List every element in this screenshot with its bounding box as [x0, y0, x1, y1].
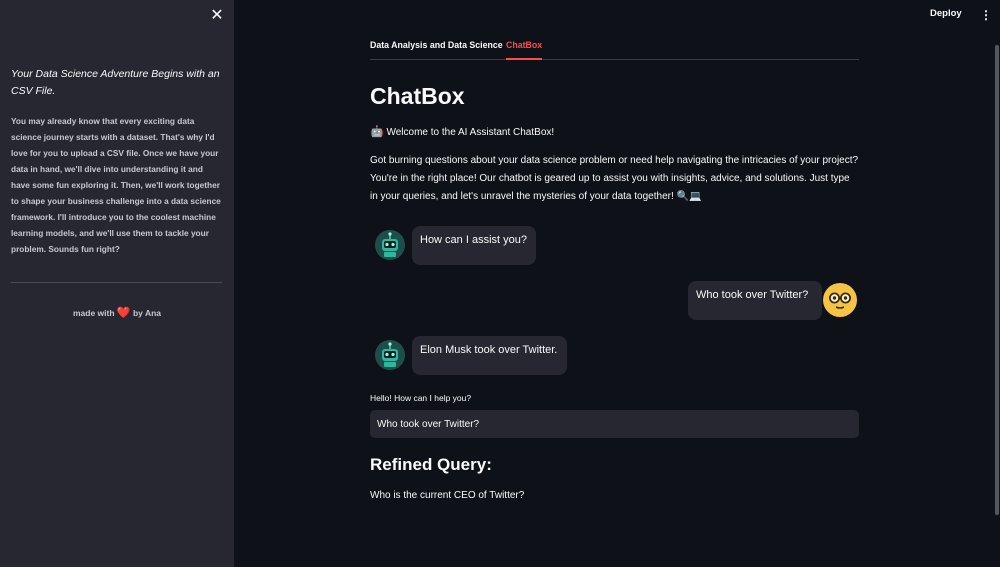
tab-bar: Data Analysis and Data Science ChatBox — [370, 39, 859, 60]
tab-chatbox[interactable]: ChatBox — [506, 39, 543, 60]
bot-avatar-icon — [375, 340, 405, 370]
chat-message-text: How can I assist you? — [420, 234, 527, 246]
heart-icon: ❤️ — [116, 307, 131, 319]
user-avatar-icon — [823, 283, 857, 317]
page-title: ChatBox — [370, 83, 465, 109]
bot-avatar-icon — [375, 230, 405, 260]
footer-prefix: made with — [72, 308, 115, 318]
sidebar-description: You may already know that every exciting… — [11, 116, 221, 254]
intro-paragraph: Got burning questions about your data sc… — [370, 155, 859, 202]
welcome-text: Welcome to the AI Assistant ChatBox! — [386, 127, 555, 138]
chat-message-bot: How can I assist you? — [412, 226, 536, 265]
close-icon[interactable]: ✕ — [207, 6, 227, 26]
chat-message-bot: Elon Musk took over Twitter. — [412, 336, 567, 375]
chat-message-text: Who took over Twitter? — [696, 289, 809, 301]
tab-data-analysis[interactable]: Data Analysis and Data Science — [370, 39, 503, 59]
deploy-button[interactable]: Deploy — [930, 8, 962, 19]
scrollbar[interactable] — [995, 45, 999, 515]
sidebar-footer: made with ❤️ by Ana — [0, 306, 234, 319]
welcome-line: 🤖 Welcome to the AI Assistant ChatBox! — [370, 125, 554, 138]
refined-query-text: Who is the current CEO of Twitter? — [370, 490, 525, 501]
input-label: Hello! How can I help you? — [370, 393, 472, 403]
main-content: Data Analysis and Data Science ChatBox C… — [370, 0, 859, 567]
footer-suffix: by Ana — [132, 308, 162, 318]
refined-query-heading: Refined Query: — [370, 455, 492, 474]
sidebar-heading: Your Data Science Adventure Begins with … — [11, 68, 220, 97]
query-input[interactable] — [370, 410, 859, 438]
chat-message-text: Elon Musk took over Twitter. — [420, 344, 558, 356]
robot-icon: 🤖 — [370, 126, 384, 138]
kebab-menu-icon[interactable]: ⋮ — [980, 7, 992, 23]
chat-message-user: Who took over Twitter? — [688, 281, 822, 320]
sidebar: ✕ Your Data Science Adventure Begins wit… — [0, 0, 234, 567]
sidebar-divider — [11, 282, 222, 283]
